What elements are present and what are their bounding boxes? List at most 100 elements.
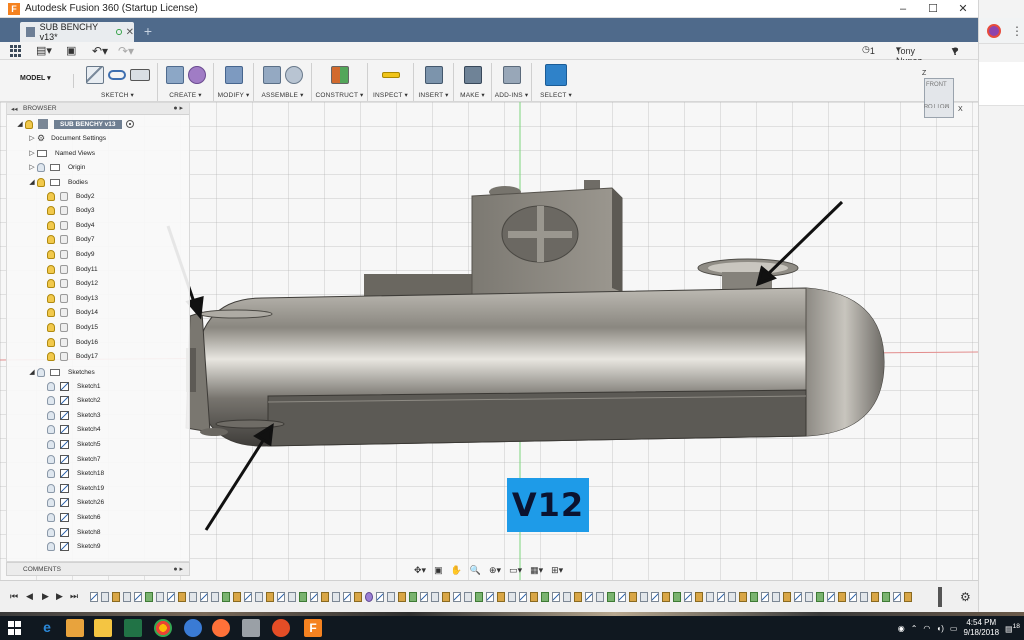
select-group[interactable]: SELECT ▾ xyxy=(536,63,576,101)
scripts-icon[interactable] xyxy=(502,66,521,84)
view-cube[interactable]: Z FRONT BOTTOM X xyxy=(920,70,963,122)
timeline-feature[interactable] xyxy=(761,592,769,602)
sketch-node[interactable]: Sketch3 xyxy=(47,408,101,422)
timeline-feature[interactable] xyxy=(563,592,571,602)
timeline-feature[interactable] xyxy=(849,592,857,602)
body-node[interactable]: Body2 xyxy=(47,189,94,203)
joint-icon[interactable] xyxy=(284,66,303,84)
body-node[interactable]: Body3 xyxy=(47,204,94,218)
store-icon[interactable] xyxy=(66,619,84,637)
timeline-feature[interactable] xyxy=(717,592,725,602)
visibility-bulb-icon[interactable] xyxy=(47,279,55,289)
visibility-bulb-icon[interactable] xyxy=(47,264,55,274)
workspace-switcher[interactable]: MODEL ▾ xyxy=(20,74,74,88)
timeline-feature[interactable] xyxy=(706,592,714,602)
zoom-icon[interactable]: 🔍 xyxy=(470,565,481,576)
timeline-feature[interactable] xyxy=(783,592,791,602)
timeline-feature[interactable] xyxy=(354,592,362,602)
visibility-bulb-icon[interactable] xyxy=(47,410,55,420)
timeline-feature[interactable] xyxy=(893,592,901,602)
new-tab-button[interactable]: + xyxy=(140,22,156,40)
redo-icon[interactable]: ↷▾ xyxy=(118,44,134,58)
visibility-bulb-icon[interactable] xyxy=(47,439,55,449)
timeline-feature[interactable] xyxy=(442,592,450,602)
volume-icon[interactable]: ◖) xyxy=(936,624,944,633)
timeline-feature[interactable] xyxy=(288,592,296,602)
visibility-bulb-icon[interactable] xyxy=(47,454,55,464)
timeline-feature[interactable] xyxy=(772,592,780,602)
body-node[interactable]: Body13 xyxy=(47,291,98,305)
activate-radio-icon[interactable] xyxy=(125,120,134,128)
visibility-bulb-icon[interactable] xyxy=(47,337,55,347)
timeline-feature[interactable] xyxy=(629,592,637,602)
timeline-feature[interactable] xyxy=(816,592,824,602)
timeline-settings-icon[interactable]: ⚙ xyxy=(960,590,971,604)
document-settings-node[interactable]: ▷ ⚙ Document Settings xyxy=(27,131,106,145)
timeline-feature[interactable] xyxy=(332,592,340,602)
orbit-icon[interactable]: ✥▾ xyxy=(414,565,426,576)
expand-arrow-icon[interactable]: ▷ xyxy=(27,134,37,142)
document-tab[interactable]: SUB BENCHY v13* ✕ xyxy=(20,22,134,42)
body-node[interactable]: Body15 xyxy=(47,320,98,334)
go-to-start-icon[interactable]: ⏮ xyxy=(10,591,18,602)
visibility-bulb-icon[interactable] xyxy=(47,396,55,406)
body-node[interactable]: Body17 xyxy=(47,350,98,364)
insert-image-icon[interactable] xyxy=(424,66,443,84)
new-component-icon[interactable] xyxy=(262,66,281,84)
timeline-feature[interactable] xyxy=(497,592,505,602)
timeline-feature[interactable] xyxy=(508,592,516,602)
timeline-feature[interactable] xyxy=(805,592,813,602)
job-status[interactable]: ◷ 1 xyxy=(862,44,875,56)
notifications-icon[interactable]: ▤18 xyxy=(1005,623,1020,634)
add-ins-group[interactable]: ADD-INS ▾ xyxy=(492,63,532,101)
press-pull-icon[interactable] xyxy=(224,66,243,84)
timeline-feature[interactable] xyxy=(607,592,615,602)
sketch-node[interactable]: Sketch9 xyxy=(47,540,101,554)
app-icon-blue[interactable] xyxy=(184,619,202,637)
timeline-feature[interactable] xyxy=(750,592,758,602)
visibility-bulb-icon[interactable] xyxy=(25,119,33,129)
body-node[interactable]: Body9 xyxy=(47,247,94,261)
body-node[interactable]: Body7 xyxy=(47,233,94,247)
excel-icon[interactable] xyxy=(124,619,142,637)
help-icon[interactable]: ? ▾ xyxy=(952,44,959,58)
make-menu[interactable]: MAKE ▾ xyxy=(454,91,491,99)
timeline-feature[interactable] xyxy=(387,592,395,602)
collapse-arrow-icon[interactable]: ◢ xyxy=(27,368,37,376)
sketch-node[interactable]: Sketch4 xyxy=(47,423,101,437)
timeline-feature[interactable] xyxy=(574,592,582,602)
sketches-folder[interactable]: ◢ Sketches xyxy=(27,365,95,379)
form-icon[interactable] xyxy=(187,66,206,84)
3d-print-icon[interactable] xyxy=(463,66,482,84)
rectangle-icon[interactable] xyxy=(129,69,150,81)
sketch-node[interactable]: Sketch7 xyxy=(47,452,101,466)
sketch-node[interactable]: Sketch8 xyxy=(47,525,101,539)
sketch-menu[interactable]: SKETCH ▾ xyxy=(78,91,157,99)
visibility-bulb-icon[interactable] xyxy=(47,352,55,362)
more-menu-icon[interactable]: ⋮ xyxy=(1011,24,1023,38)
visibility-bulb-icon[interactable] xyxy=(47,469,55,479)
visibility-bulb-icon[interactable] xyxy=(47,191,55,201)
visibility-bulb-icon[interactable] xyxy=(37,367,45,377)
visibility-bulb-icon[interactable] xyxy=(47,483,55,493)
timeline-feature[interactable] xyxy=(200,592,208,602)
edge-icon[interactable]: e xyxy=(38,619,56,637)
look-at-icon[interactable]: ▣ xyxy=(434,565,443,576)
visibility-bulb-icon[interactable] xyxy=(47,527,55,537)
line-icon[interactable] xyxy=(107,70,126,80)
file-menu-icon[interactable]: ▤▾ xyxy=(36,44,52,57)
timeline-feature[interactable] xyxy=(156,592,164,602)
sketch-node[interactable]: Sketch2 xyxy=(47,394,101,408)
timeline-feature[interactable] xyxy=(277,592,285,602)
timeline-feature[interactable] xyxy=(882,592,890,602)
visibility-bulb-icon[interactable] xyxy=(47,249,55,259)
collapse-arrow-icon[interactable]: ◢ xyxy=(15,120,25,128)
profile-avatar-icon[interactable] xyxy=(987,24,1001,38)
insert-menu[interactable]: INSERT ▾ xyxy=(414,91,453,99)
select-cursor-icon[interactable] xyxy=(545,64,567,86)
data-panel-grid-icon[interactable] xyxy=(10,45,22,57)
visibility-bulb-icon[interactable] xyxy=(47,498,55,508)
timeline-feature[interactable] xyxy=(233,592,241,602)
timeline-feature[interactable] xyxy=(871,592,879,602)
media-player-icon[interactable] xyxy=(242,619,260,637)
